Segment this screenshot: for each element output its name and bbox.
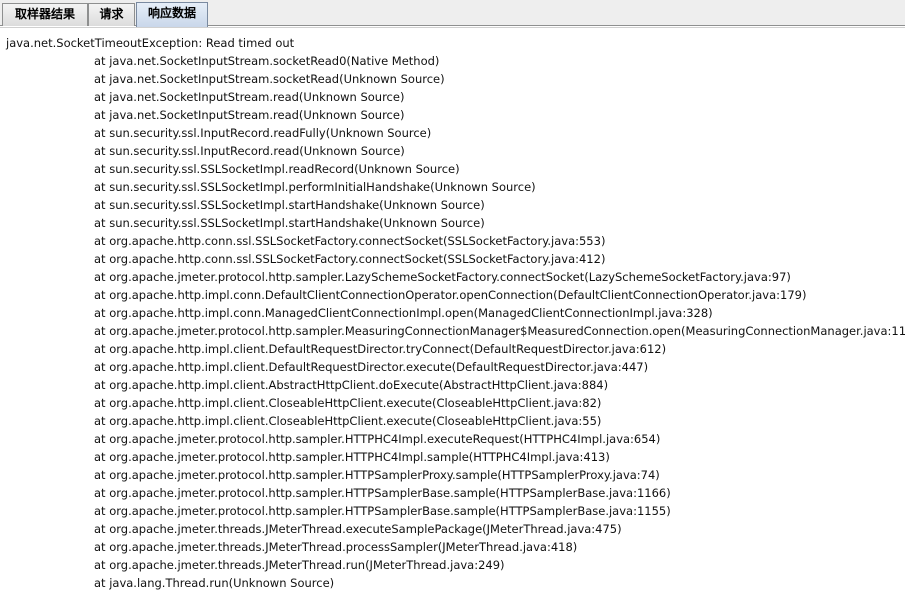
tab-request[interactable]: 请求 — [88, 3, 135, 26]
stack-frame-line: at sun.security.ssl.SSLSocketImpl.startH… — [94, 198, 485, 212]
stack-frame-line: at sun.security.ssl.InputRecord.readFull… — [94, 126, 432, 140]
stack-frame-line: at org.apache.http.impl.conn.ManagedClie… — [94, 306, 713, 320]
stack-frame-line: at org.apache.jmeter.protocol.http.sampl… — [94, 324, 905, 338]
exception-message: java.net.SocketTimeoutException: Read ti… — [6, 36, 295, 50]
stack-frame-line: at org.apache.http.conn.ssl.SSLSocketFac… — [94, 234, 606, 248]
stack-frame-line: at java.net.SocketInputStream.read(Unkno… — [94, 90, 405, 104]
stack-frame-line: at org.apache.jmeter.protocol.http.sampl… — [94, 450, 610, 464]
stack-frame-line: at org.apache.http.impl.client.DefaultRe… — [94, 360, 649, 374]
stack-frame-line: at sun.security.ssl.SSLSocketImpl.perfor… — [94, 180, 536, 194]
stack-frame-line: at org.apache.http.impl.client.DefaultRe… — [94, 342, 667, 356]
stack-frame-line: at org.apache.jmeter.threads.JMeterThrea… — [94, 522, 622, 536]
stack-frame-line: at org.apache.jmeter.threads.JMeterThrea… — [94, 540, 578, 554]
stack-frame-line: at org.apache.jmeter.protocol.http.sampl… — [94, 432, 661, 446]
tab-response-data[interactable]: 响应数据 — [136, 2, 208, 27]
stack-frame-line: at org.apache.jmeter.protocol.http.sampl… — [94, 486, 671, 500]
stack-frame-line: at org.apache.http.conn.ssl.SSLSocketFac… — [94, 252, 606, 266]
stack-frame-line: at org.apache.http.impl.conn.DefaultClie… — [94, 288, 807, 302]
stack-frame-line: at org.apache.jmeter.protocol.http.sampl… — [94, 270, 791, 284]
tab-sampler-result[interactable]: 取样器结果 — [2, 3, 88, 26]
response-data-panel[interactable]: java.net.SocketTimeoutException: Read ti… — [0, 27, 905, 606]
stack-trace: java.net.SocketTimeoutException: Read ti… — [6, 34, 905, 592]
stack-frame-line: at org.apache.jmeter.protocol.http.sampl… — [94, 504, 671, 518]
stack-frame-line: at sun.security.ssl.SSLSocketImpl.readRe… — [94, 162, 460, 176]
stack-frame-line: at sun.security.ssl.InputRecord.read(Unk… — [94, 144, 405, 158]
stack-frame-line: at java.net.SocketInputStream.socketRead… — [94, 72, 445, 86]
stack-frame-line: at java.net.SocketInputStream.socketRead… — [94, 54, 440, 68]
stack-frame-line: at sun.security.ssl.SSLSocketImpl.startH… — [94, 216, 485, 230]
stack-frame-line: at org.apache.http.impl.client.AbstractH… — [94, 378, 609, 392]
stack-frame-line: at org.apache.jmeter.protocol.http.sampl… — [94, 468, 660, 482]
tab-bar: 取样器结果 请求 响应数据 — [0, 0, 905, 27]
stack-frame-line: at java.lang.Thread.run(Unknown Source) — [94, 576, 335, 590]
stack-frame-line: at org.apache.http.impl.client.Closeable… — [94, 414, 602, 428]
stack-frame-line: at java.net.SocketInputStream.read(Unkno… — [94, 108, 405, 122]
stack-frame-line: at org.apache.http.impl.client.Closeable… — [94, 396, 602, 410]
stack-frame-line: at org.apache.jmeter.threads.JMeterThrea… — [94, 558, 505, 572]
